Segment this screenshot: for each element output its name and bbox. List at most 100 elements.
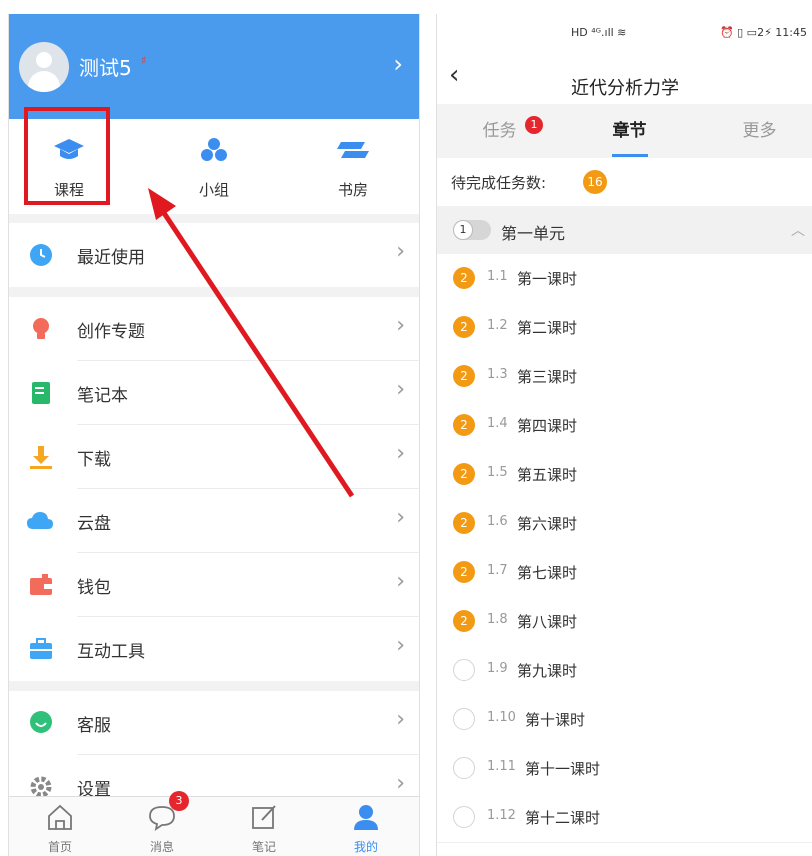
lesson-task-badge: 2 (453, 316, 475, 338)
lesson-title: 第五课时 (517, 466, 578, 484)
tab-tasks[interactable]: 任务 (437, 104, 562, 158)
course-chapter-screen: HD ⁴ᴳ.ıll ≋ ⏰ ▯ ▭2⚡ 11:45 ‹ 近代分析力学 任务 1 … (436, 14, 812, 856)
quick-item-group[interactable]: 小组 (154, 119, 274, 214)
tab-label: 消息 (149, 840, 174, 854)
vip-mark-icon: ♯ (141, 54, 147, 67)
wallet-icon (30, 574, 52, 595)
tab-more[interactable]: 更多 (697, 104, 812, 158)
lesson-number: 1.7 (487, 563, 508, 578)
quick-access-bar: 课程 小组 书房 (9, 119, 419, 214)
lesson-item[interactable]: 2 1.3 第三课时 (437, 352, 812, 402)
pending-tasks-label: 待完成任务数: (451, 174, 547, 192)
tab-label: 任务 (482, 121, 517, 141)
lesson-task-badge (453, 757, 475, 779)
unit-header[interactable]: 1 第一单元 ︿ (437, 206, 812, 255)
lesson-task-badge: 2 (453, 512, 475, 534)
profile-name: 测试5 (79, 56, 132, 80)
toolbox-icon (30, 638, 52, 659)
edit-icon (252, 805, 276, 829)
menu-item-download[interactable]: 下载 › (9, 425, 419, 489)
tab-notes[interactable]: 笔记 (213, 797, 315, 856)
lesson-title: 第九课时 (517, 662, 578, 680)
cloud-icon (27, 512, 53, 529)
message-count-badge: 3 (169, 791, 189, 811)
lesson-number: 1.4 (487, 416, 508, 431)
quick-item-label: 书房 (337, 181, 368, 199)
avatar[interactable] (19, 42, 69, 92)
profile-header[interactable]: 测试5 ♯ › (9, 14, 419, 119)
lightbulb-icon (33, 318, 49, 339)
chevron-right-icon: › (396, 239, 405, 264)
lesson-item[interactable]: 2 1.8 第八课时 (437, 597, 812, 647)
quick-item-course[interactable]: 课程 (9, 119, 129, 214)
menu-item-wallet[interactable]: 钱包 › (9, 553, 419, 617)
lesson-item[interactable]: 1.11 第十一课时 (437, 744, 812, 794)
menu-item-label: 钱包 (77, 578, 111, 598)
lesson-item[interactable]: 2 1.7 第七课时 (437, 548, 812, 598)
clock-icon (30, 244, 52, 266)
unit-number: 1 (453, 220, 473, 240)
pending-tasks-badge: 16 (583, 170, 607, 194)
page-title: 近代分析力学 (571, 78, 679, 99)
menu-item-tools[interactable]: 互动工具 › (9, 617, 419, 681)
lesson-number: 1.12 (487, 808, 516, 823)
lesson-item[interactable]: 2 1.6 第六课时 (437, 499, 812, 549)
menu-item-label: 云盘 (77, 514, 111, 534)
status-right: ⏰ ▯ ▭2⚡ 11:45 (720, 26, 807, 39)
lesson-title: 第七课时 (517, 564, 578, 582)
tab-label: 我的 (353, 840, 378, 854)
menu-item-cloud[interactable]: 云盘 › (9, 489, 419, 553)
tab-chapters[interactable]: 章节 (567, 104, 692, 158)
menu-item-label: 互动工具 (77, 642, 145, 662)
menu-item-recent[interactable]: 最近使用 › (9, 223, 419, 287)
lesson-task-badge: 2 (453, 267, 475, 289)
home-icon (48, 804, 72, 830)
chevron-right-icon: › (396, 441, 405, 466)
user-icon (354, 805, 378, 830)
lesson-task-badge: 2 (453, 365, 475, 387)
tab-mine[interactable]: 我的 (315, 797, 417, 856)
lesson-title: 第十课时 (525, 711, 586, 729)
chevron-right-icon: › (396, 377, 405, 402)
lesson-item[interactable]: 2 1.1 第一课时 (437, 254, 812, 304)
nav-bar: ‹ 近代分析力学 (437, 50, 812, 104)
quick-item-label: 课程 (53, 181, 84, 199)
quick-item-study[interactable]: 书房 (293, 119, 413, 214)
signal-wifi-icon: HD ⁴ᴳ.ıll ≋ (571, 26, 627, 39)
chevron-right-icon: › (396, 313, 405, 338)
tab-messages[interactable]: 3 消息 (111, 791, 213, 856)
lesson-task-badge (453, 708, 475, 730)
tab-label: 更多 (742, 121, 777, 141)
lesson-number: 1.10 (487, 710, 516, 725)
tab-label: 章节 (612, 121, 647, 141)
menu-item-notebook[interactable]: 笔记本 › (9, 361, 419, 425)
menu-item-support[interactable]: 客服 › (9, 691, 419, 755)
lesson-item[interactable]: 1.12 第十二课时 (437, 793, 812, 843)
alarm-battery-icon: ⏰ ▯ ▭2⚡ (719, 26, 772, 39)
lesson-task-badge (453, 806, 475, 828)
lesson-title: 第八课时 (517, 613, 578, 631)
unit-toggle[interactable]: 1 (453, 220, 491, 240)
lesson-item[interactable]: 1.10 第十课时 (437, 695, 812, 745)
lesson-item[interactable]: 2 1.2 第二课时 (437, 303, 812, 353)
menu-item-label: 创作专题 (77, 322, 145, 342)
lesson-item[interactable]: 2 1.4 第四课时 (437, 401, 812, 451)
tab-home[interactable]: 首页 (9, 797, 111, 856)
lesson-item[interactable]: 2 1.5 第五课时 (437, 450, 812, 500)
notebook-icon (32, 382, 50, 404)
status-time: 11:45 (775, 26, 807, 39)
menu-item-topics[interactable]: 创作专题 › (9, 297, 419, 361)
lesson-task-badge: 2 (453, 610, 475, 632)
status-bar: HD ⁴ᴳ.ıll ≋ ⏰ ▯ ▭2⚡ 11:45 (437, 14, 812, 50)
chevron-right-icon: › (396, 633, 405, 658)
chevron-up-icon[interactable]: ︿ (791, 220, 805, 240)
chevron-right-icon[interactable]: › (393, 50, 403, 78)
task-count-badge: 1 (525, 116, 543, 134)
menu-item-label: 下载 (77, 450, 111, 470)
chevron-right-icon: › (396, 505, 405, 530)
course-tabs: 任务 1 章节 更多 (437, 104, 812, 158)
lesson-item[interactable]: 1.9 第九课时 (437, 646, 812, 696)
lesson-title: 第一课时 (517, 270, 578, 288)
profile-screen: 测试5 ♯ › 课程 小组 书房 最近使用 › 创作专题 › 笔记本 › 下载 … (8, 14, 420, 856)
lesson-number: 1.11 (487, 759, 516, 774)
